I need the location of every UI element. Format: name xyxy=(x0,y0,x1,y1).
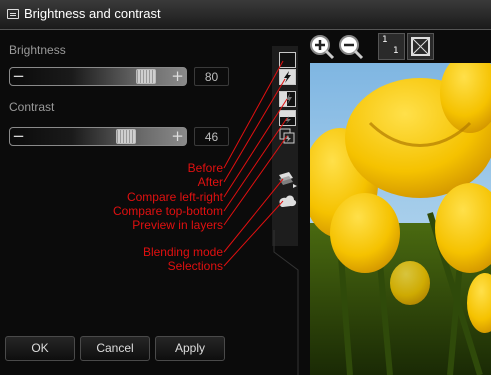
actual-size-label: 1 xyxy=(382,35,388,45)
zoom-out-icon[interactable] xyxy=(337,33,364,60)
title-bar[interactable]: Brightness and contrast xyxy=(0,0,491,30)
actual-size-icon[interactable]: 1 1 xyxy=(378,33,405,60)
window-icon xyxy=(7,9,19,19)
annotation-preview-layers: Preview in layers xyxy=(132,218,223,232)
annotation-after: After xyxy=(197,175,223,189)
annotation-selections: Selections xyxy=(167,259,223,273)
dialog-body: Brightness − + 80 Contrast − + 46 Before… xyxy=(0,30,491,375)
annotation-before: Before xyxy=(187,161,223,175)
fit-to-window-icon[interactable] xyxy=(407,33,434,60)
apply-button[interactable]: Apply xyxy=(155,336,225,361)
cancel-button[interactable]: Cancel xyxy=(80,336,150,361)
actual-size-sub-label: 1 xyxy=(393,46,399,56)
window-title: Brightness and contrast xyxy=(24,6,161,21)
ok-button[interactable]: OK xyxy=(5,336,75,361)
annotation-blending-mode: Blending mode xyxy=(142,245,223,259)
zoom-in-icon[interactable] xyxy=(308,33,335,60)
annotation-compare-top-bottom: Compare top-bottom xyxy=(112,204,223,218)
annotation-compare-left-right: Compare left-right xyxy=(126,190,223,204)
preview-image[interactable] xyxy=(310,63,491,375)
